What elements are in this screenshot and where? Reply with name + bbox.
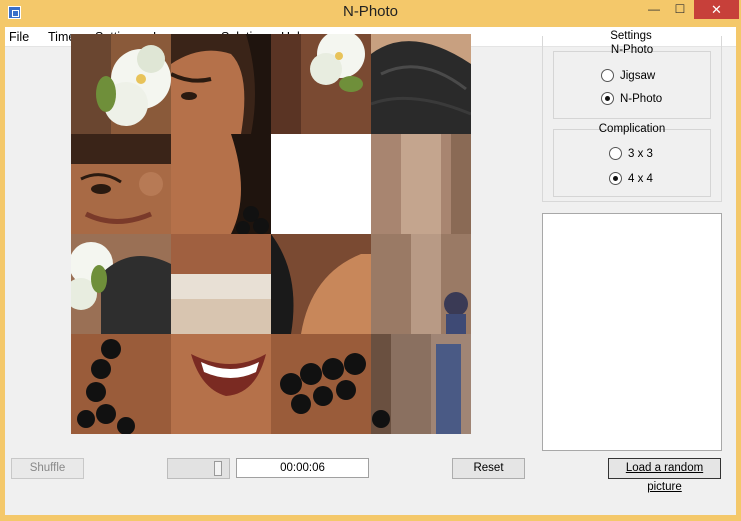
menu-file[interactable]: File (9, 30, 29, 44)
radio-checked-icon[interactable] (601, 92, 614, 105)
radio-icon[interactable] (601, 69, 614, 82)
preview-box (542, 213, 722, 451)
timer-display: 00:00:06 (236, 458, 369, 478)
puzzle-tile[interactable] (371, 34, 471, 134)
size-4x4-radio[interactable]: 4 x 4 (609, 172, 653, 185)
close-button[interactable]: ✕ (694, 0, 739, 19)
puzzle-tile[interactable] (171, 134, 271, 234)
puzzle-tile[interactable] (171, 234, 271, 334)
puzzle-tile[interactable] (71, 34, 171, 134)
radio-checked-icon[interactable] (609, 172, 622, 185)
puzzle-tile[interactable] (71, 334, 171, 434)
puzzle-board (71, 34, 471, 434)
nphoto-radio-label: N-Photo (620, 92, 663, 105)
nphoto-radio[interactable]: N-Photo (601, 92, 662, 105)
puzzle-tile[interactable] (371, 134, 471, 234)
puzzle-tile[interactable] (171, 34, 271, 134)
complication-group-title: Complication (598, 123, 666, 135)
puzzle-tile[interactable] (371, 334, 471, 434)
maximize-button[interactable]: ☐ (667, 0, 693, 19)
title-bar[interactable]: N-Photo — ☐ ✕ (0, 0, 741, 26)
puzzle-tile[interactable] (71, 134, 171, 234)
app-window: N-Photo — ☐ ✕ File Timer Settings Langua… (0, 0, 741, 521)
puzzle-tile[interactable] (271, 234, 371, 334)
puzzle-tile[interactable] (171, 334, 271, 434)
speed-slider[interactable] (167, 458, 230, 479)
size-3x3-radio[interactable]: 3 x 3 (609, 147, 653, 160)
minimize-button[interactable]: — (641, 0, 667, 19)
puzzle-tile[interactable] (71, 234, 171, 334)
reset-button[interactable]: Reset (452, 458, 525, 479)
empty-tile[interactable] (271, 134, 371, 234)
slider-thumb[interactable] (214, 461, 222, 476)
mode-group-title: N-Photo (610, 44, 654, 56)
jigsaw-radio[interactable]: Jigsaw (601, 69, 655, 82)
jigsaw-radio-label: Jigsaw (620, 69, 656, 82)
mode-group (553, 51, 711, 119)
window-title: N-Photo (342, 3, 399, 20)
puzzle-tile[interactable] (271, 34, 371, 134)
load-random-picture-button[interactable]: Load a random picture (608, 458, 721, 493)
shuffle-button[interactable]: Shuffle (11, 458, 84, 479)
radio-icon[interactable] (609, 147, 622, 160)
puzzle-tile[interactable] (271, 334, 371, 434)
size-4x4-label: 4 x 4 (628, 172, 653, 185)
puzzle-tile[interactable] (371, 234, 471, 334)
size-3x3-label: 3 x 3 (628, 147, 653, 160)
complication-group (553, 129, 711, 197)
